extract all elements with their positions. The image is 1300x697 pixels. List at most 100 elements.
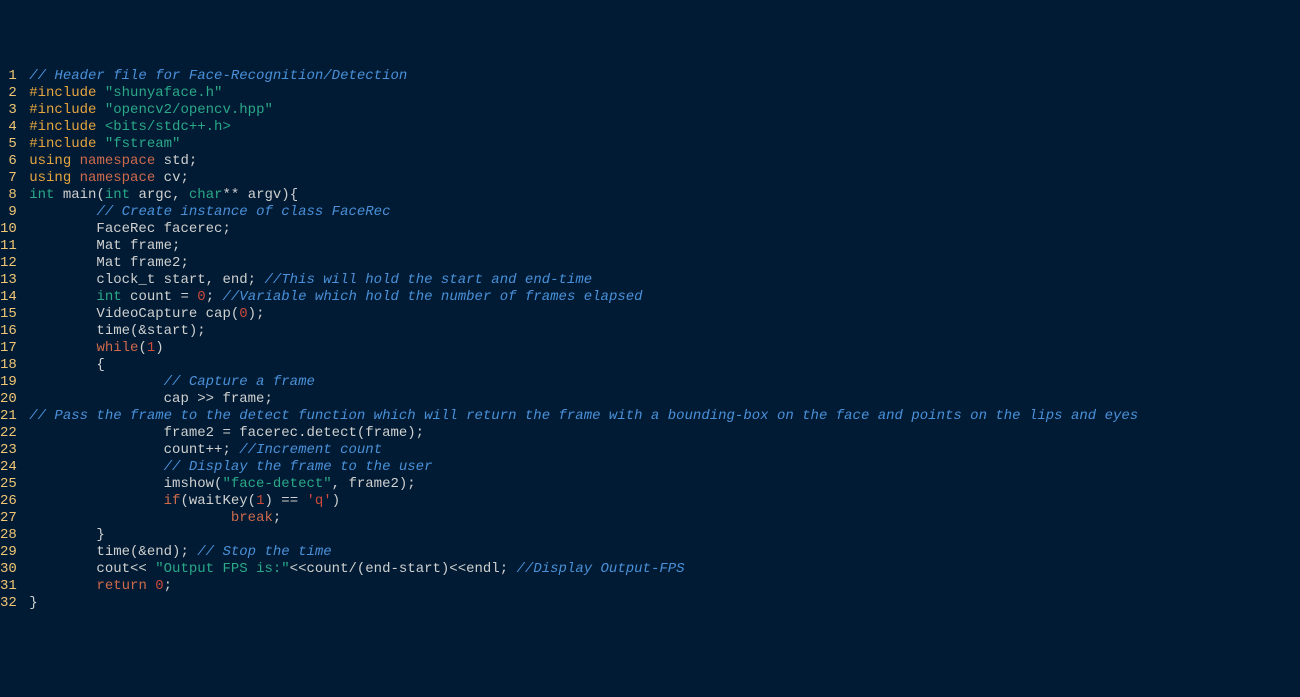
code-line[interactable]: break;	[21, 510, 1300, 527]
line-number: 1	[0, 68, 17, 85]
token-plain	[29, 340, 96, 356]
code-line[interactable]: while(1)	[21, 340, 1300, 357]
code-line[interactable]: int main(int argc, char** argv){	[21, 187, 1300, 204]
code-line[interactable]: // Pass the frame to the detect function…	[21, 408, 1300, 425]
token-kw2: namespace	[80, 170, 156, 186]
token-plain	[29, 459, 163, 475]
token-preproc: #include	[29, 119, 96, 135]
code-line[interactable]: frame2 = facerec.detect(frame);	[21, 425, 1300, 442]
code-line[interactable]: // Create instance of class FaceRec	[21, 204, 1300, 221]
token-plain	[96, 119, 104, 135]
token-type: int	[105, 187, 130, 203]
code-line[interactable]: time(&end); // Stop the time	[21, 544, 1300, 561]
token-string: "shunyaface.h"	[105, 85, 223, 101]
line-number: 26	[0, 493, 17, 510]
token-comment: // Display the frame to the user	[164, 459, 433, 475]
code-line[interactable]: cap >> frame;	[21, 391, 1300, 408]
code-area[interactable]: // Header file for Face-Recognition/Dete…	[21, 68, 1300, 612]
code-line[interactable]: using namespace std;	[21, 153, 1300, 170]
code-line[interactable]: return 0;	[21, 578, 1300, 595]
token-ident: , frame2);	[332, 476, 416, 492]
token-comment: //Increment count	[239, 442, 382, 458]
code-line[interactable]: Mat frame2;	[21, 255, 1300, 272]
token-ident: }	[29, 595, 37, 611]
code-line[interactable]: imshow("face-detect", frame2);	[21, 476, 1300, 493]
line-number: 6	[0, 153, 17, 170]
token-ident: std;	[155, 153, 197, 169]
code-line[interactable]: count++; //Increment count	[21, 442, 1300, 459]
token-kw2: return	[96, 578, 146, 594]
line-number: 25	[0, 476, 17, 493]
token-type: char	[189, 187, 223, 203]
token-ident: imshow(	[29, 476, 222, 492]
token-plain	[29, 374, 163, 390]
token-ident: ;	[206, 289, 223, 305]
line-number: 9	[0, 204, 17, 221]
line-number: 7	[0, 170, 17, 187]
token-ident	[147, 578, 155, 594]
token-comment: // Capture a frame	[164, 374, 315, 390]
code-line[interactable]: // Header file for Face-Recognition/Dete…	[21, 68, 1300, 85]
token-type: int	[29, 187, 54, 203]
line-number: 15	[0, 306, 17, 323]
code-line[interactable]: // Capture a frame	[21, 374, 1300, 391]
token-ident: (waitKey(	[180, 493, 256, 509]
code-line[interactable]: #include "shunyaface.h"	[21, 85, 1300, 102]
line-number: 16	[0, 323, 17, 340]
token-ident: }	[29, 527, 105, 543]
line-number: 20	[0, 391, 17, 408]
line-number: 13	[0, 272, 17, 289]
token-plain	[29, 289, 96, 305]
code-line[interactable]: #include "opencv2/opencv.hpp"	[21, 102, 1300, 119]
token-ident: cout<<	[29, 561, 155, 577]
line-number: 27	[0, 510, 17, 527]
token-comment: // Header file for Face-Recognition/Dete…	[29, 68, 407, 84]
token-type: int	[96, 289, 121, 305]
token-plain	[96, 136, 104, 152]
code-line[interactable]: int count = 0; //Variable which hold the…	[21, 289, 1300, 306]
line-number: 12	[0, 255, 17, 272]
line-number: 5	[0, 136, 17, 153]
code-line[interactable]: VideoCapture cap(0);	[21, 306, 1300, 323]
token-kw2: if	[164, 493, 181, 509]
code-line[interactable]: #include <bits/stdc++.h>	[21, 119, 1300, 136]
token-plain	[71, 153, 79, 169]
token-ident: cv;	[155, 170, 189, 186]
token-keyword: using	[29, 153, 71, 169]
token-ident: argc,	[130, 187, 189, 203]
code-line[interactable]: if(waitKey(1) == 'q')	[21, 493, 1300, 510]
token-ident: )	[155, 340, 163, 356]
token-ident: VideoCapture cap(	[29, 306, 239, 322]
line-number: 17	[0, 340, 17, 357]
code-line[interactable]: // Display the frame to the user	[21, 459, 1300, 476]
code-line[interactable]: FaceRec facerec;	[21, 221, 1300, 238]
code-line[interactable]: cout<< "Output FPS is:"<<count/(end-star…	[21, 561, 1300, 578]
line-number: 14	[0, 289, 17, 306]
token-ident: cap >> frame;	[29, 391, 273, 407]
token-plain	[29, 493, 163, 509]
code-line[interactable]: clock_t start, end; //This will hold the…	[21, 272, 1300, 289]
token-ident: count =	[122, 289, 198, 305]
line-number-gutter: 1234567891011121314151617181920212223242…	[0, 68, 21, 612]
code-line[interactable]: using namespace cv;	[21, 170, 1300, 187]
code-line[interactable]: Mat frame;	[21, 238, 1300, 255]
line-number: 32	[0, 595, 17, 612]
code-line[interactable]: {	[21, 357, 1300, 374]
token-preproc: #include	[29, 136, 96, 152]
code-line[interactable]: time(&start);	[21, 323, 1300, 340]
token-ident: clock_t start, end;	[29, 272, 264, 288]
token-kw2: break	[231, 510, 273, 526]
code-line[interactable]: }	[21, 527, 1300, 544]
token-comment: //Display Output-FPS	[517, 561, 685, 577]
line-number: 2	[0, 85, 17, 102]
line-number: 30	[0, 561, 17, 578]
token-ident: Mat frame2;	[29, 255, 189, 271]
code-line[interactable]: #include "fstream"	[21, 136, 1300, 153]
code-editor[interactable]: 1234567891011121314151617181920212223242…	[0, 68, 1300, 612]
code-line[interactable]: }	[21, 595, 1300, 612]
token-comment: // Stop the time	[197, 544, 331, 560]
token-keyword: using	[29, 170, 71, 186]
line-number: 31	[0, 578, 17, 595]
line-number: 21	[0, 408, 17, 425]
token-num: 1	[147, 340, 155, 356]
